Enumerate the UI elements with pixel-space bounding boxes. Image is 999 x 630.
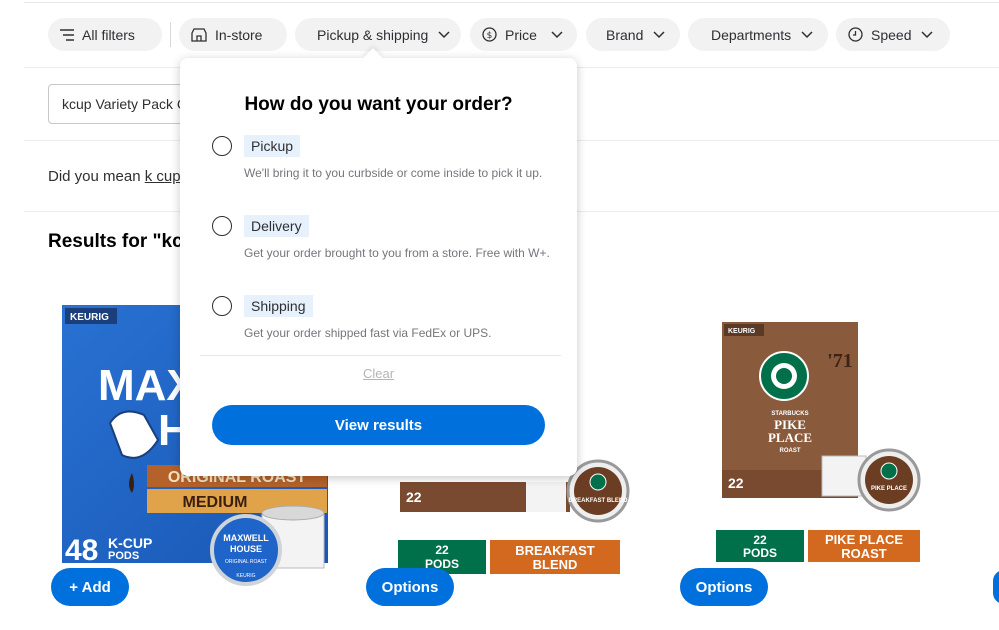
popup-title: How do you want your order? <box>244 94 513 115</box>
product-card-pike-place[interactable]: KEURIG '71 STARBUCKS PIKE PLACE ROAST 22… <box>714 320 940 566</box>
chevron-down-icon <box>438 30 450 39</box>
option-description: We'll bring it to you curbside or come i… <box>244 166 543 180</box>
price-label: Price <box>505 26 537 43</box>
popup-divider <box>200 355 561 356</box>
count-number: 22 <box>753 533 767 547</box>
radio-button[interactable] <box>212 296 232 316</box>
options-button[interactable]: Options <box>366 568 454 606</box>
pod-badge: KEURIG <box>236 573 255 579</box>
count-number: 48 <box>65 534 98 567</box>
filter-icon <box>60 28 74 41</box>
pickup-shipping-chip[interactable]: Pickup & shipping <box>295 18 461 51</box>
dollar-icon: $ <box>482 27 497 42</box>
departments-label: Departments <box>711 26 792 43</box>
chevron-down-icon <box>801 30 813 39</box>
store-icon <box>191 27 207 42</box>
add-to-cart-button[interactable]: + Add <box>51 568 129 606</box>
pod-flavor-text: BREAKFAST BLEND <box>568 498 628 504</box>
search-value: kcup Variety Pack C <box>62 96 188 112</box>
count-label: PODS <box>743 546 777 560</box>
in-store-chip[interactable]: In-store <box>179 18 287 51</box>
in-store-label: In-store <box>215 26 263 43</box>
chevron-down-icon <box>653 30 665 39</box>
price-chip[interactable]: $ Price <box>470 18 577 51</box>
option-description: Get your order brought to you from a sto… <box>244 246 550 260</box>
brand-chip[interactable]: Brand <box>586 18 680 51</box>
clear-link[interactable]: Clear <box>180 366 577 381</box>
speed-chip[interactable]: Speed <box>836 18 950 51</box>
speed-label: Speed <box>871 26 912 43</box>
all-filters-label: All filters <box>82 26 135 43</box>
strength-label: MEDIUM <box>183 494 248 511</box>
keurig-badge-text: KEURIG <box>728 328 756 335</box>
svg-text:22: 22 <box>728 475 744 491</box>
chevron-down-icon <box>551 30 563 39</box>
flavor-line-2: ROAST <box>841 546 887 561</box>
pod-roast: ORIGINAL ROAST <box>225 559 267 565</box>
name-line-2: PLACE <box>768 430 812 445</box>
pod-flavor-text: PIKE PLACE <box>871 486 907 492</box>
pod-brand-1: MAXWELL <box>223 533 269 543</box>
clock-icon <box>848 27 863 42</box>
view-results-button[interactable]: View results <box>212 405 545 445</box>
keurig-badge-text: KEURIG <box>70 312 109 323</box>
radio-button[interactable] <box>212 136 232 156</box>
did-you-mean-prefix: Did you mean <box>48 168 145 185</box>
departments-chip[interactable]: Departments <box>688 18 828 51</box>
year-text: '71 <box>827 350 853 372</box>
pod-brand-2: HOUSE <box>230 544 262 554</box>
brand-label: Brand <box>606 26 644 43</box>
flavor-line-2: BLEND <box>533 557 578 572</box>
did-you-mean: Did you mean k cup <box>48 168 181 185</box>
top-divider <box>24 2 999 3</box>
svg-text:22: 22 <box>406 489 422 505</box>
option-description: Get your order shipped fast via FedEx or… <box>244 326 492 340</box>
flavor-line-1: BREAKFAST <box>515 543 595 558</box>
flavor-line-1: PIKE PLACE <box>825 532 903 547</box>
results-heading: Results for "kcu <box>48 231 188 252</box>
option-label: Delivery <box>244 215 309 237</box>
pike-place-product-image: KEURIG '71 STARBUCKS PIKE PLACE ROAST 22… <box>716 322 921 562</box>
radio-button[interactable] <box>212 216 232 236</box>
options-button[interactable]: Options <box>680 568 768 606</box>
did-you-mean-link[interactable]: k cup <box>145 168 181 185</box>
name-line-3: ROAST <box>780 448 801 454</box>
count-number: 22 <box>435 543 449 557</box>
option-label: Pickup <box>244 135 301 157</box>
all-filters-button[interactable]: All filters <box>48 18 162 51</box>
svg-text:$: $ <box>487 31 493 41</box>
pickup-shipping-label: Pickup & shipping <box>317 26 429 43</box>
pod-type-label: K-CUP <box>108 535 152 551</box>
chevron-down-icon <box>921 30 934 39</box>
option-label: Shipping <box>244 295 313 317</box>
filter-divider <box>170 22 171 47</box>
pickup-shipping-dropdown: How do you want your order? Pickup We'll… <box>180 58 577 476</box>
pods-label: PODS <box>108 550 139 562</box>
next-product-button[interactable] <box>993 570 999 604</box>
